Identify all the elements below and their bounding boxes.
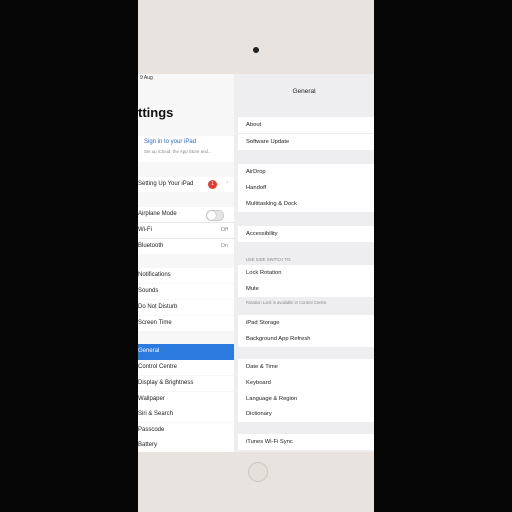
side-switch-header: USE SIDE SWITCH TO: — [246, 257, 292, 262]
mute-row[interactable]: Mute — [238, 281, 374, 297]
ipad-device: 9 Aug ttings Sign in to your iPad Set up… — [138, 0, 374, 512]
itunes-sync-label: iTunes Wi-Fi Sync — [246, 439, 293, 445]
toggle-knob — [207, 211, 216, 220]
sidebar-item-label: Screen Time — [138, 320, 172, 326]
sign-in-title: Sign in to your iPad — [144, 139, 197, 145]
settings-title: ttings — [138, 105, 174, 120]
sidebar-item-battery[interactable]: Battery — [138, 438, 234, 452]
chevron-right-icon: › — [226, 180, 228, 186]
background-refresh-label: Background App Refresh — [246, 336, 311, 342]
front-camera — [253, 47, 259, 53]
sidebar-item-label: Display & Brightness — [138, 380, 194, 386]
accessibility-row[interactable]: Accessibility — [238, 226, 374, 242]
sidebar-item-siri-search[interactable]: Siri & Search — [138, 407, 234, 422]
airplane-mode-label: Airplane Mode — [138, 211, 177, 217]
sidebar-item-label: General — [138, 348, 160, 354]
handoff-row[interactable]: Handoff — [238, 180, 374, 196]
about-label: About — [246, 122, 262, 128]
wifi-label: Wi-Fi — [138, 227, 152, 233]
sidebar-item-label: Do Not Disturb — [138, 304, 178, 310]
bluetooth-value: On — [220, 243, 228, 249]
setup-ipad-row[interactable]: Setting Up Your iPad 1 › — [138, 177, 234, 192]
sidebar-item-notifications[interactable]: Notifications — [138, 268, 234, 283]
sign-in-row[interactable]: Sign in to your iPad Set up iCloud, the … — [138, 136, 234, 162]
sidebar-item-label: Sounds — [138, 288, 159, 294]
background-refresh-row[interactable]: Background App Refresh — [238, 331, 374, 347]
sidebar-item-control-centre[interactable]: Control Centre — [138, 360, 234, 375]
home-button[interactable] — [248, 462, 268, 482]
sidebar-item-wallpaper[interactable]: Wallpaper — [138, 392, 234, 407]
ipad-storage-row[interactable]: iPad Storage — [238, 315, 374, 331]
sidebar-item-label: Siri & Search — [138, 411, 174, 417]
date-time-label: Date & Time — [246, 364, 278, 370]
sidebar-item-do-not-disturb[interactable]: Do Not Disturb — [138, 300, 234, 315]
sidebar-item-label: Control Centre — [138, 364, 178, 370]
sidebar-item-display-brightness[interactable]: Display & Brightness — [138, 376, 234, 391]
sidebar-item-label: Wallpaper — [138, 396, 165, 402]
multitasking-row[interactable]: Multitasking & Dock — [238, 196, 374, 212]
itunes-sync-row[interactable]: iTunes Wi-Fi Sync — [238, 434, 374, 450]
lock-rotation-label: Lock Rotation — [246, 270, 282, 276]
date-time-row[interactable]: Date & Time — [238, 359, 374, 375]
airplane-mode-row[interactable]: Airplane Mode — [138, 207, 234, 222]
accessibility-label: Accessibility — [246, 231, 278, 237]
keyboard-label: Keyboard — [246, 380, 271, 386]
sidebar-item-sounds[interactable]: Sounds — [138, 284, 234, 299]
multitasking-label: Multitasking & Dock — [246, 201, 297, 207]
airdrop-row[interactable]: AirDrop — [238, 164, 374, 180]
sidebar-item-label: Battery — [138, 442, 158, 448]
sidebar-item-label: Passcode — [138, 427, 165, 433]
page-title: General — [292, 88, 316, 95]
general-detail-panel: General About Software Update AirDrop Ha… — [234, 74, 374, 452]
bluetooth-label: Bluetooth — [138, 243, 164, 249]
language-region-label: Language & Region — [246, 396, 298, 402]
ipad-screen: 9 Aug ttings Sign in to your iPad Set up… — [138, 74, 374, 452]
sidebar-item-passcode[interactable]: Passcode — [138, 423, 234, 438]
side-switch-note: Rotation Lock is available in Control Ce… — [246, 300, 328, 305]
wifi-value: Off — [220, 227, 228, 233]
language-region-row[interactable]: Language & Region — [238, 391, 374, 407]
bluetooth-row[interactable]: Bluetooth On — [138, 239, 234, 254]
sidebar-item-label: Notifications — [138, 272, 171, 278]
about-row[interactable]: About — [238, 117, 374, 133]
lock-rotation-row[interactable]: Lock Rotation — [238, 265, 374, 281]
airdrop-label: AirDrop — [246, 169, 266, 175]
software-update-label: Software Update — [246, 139, 290, 145]
keyboard-row[interactable]: Keyboard — [238, 375, 374, 391]
wifi-row[interactable]: Wi-Fi Off — [138, 223, 234, 238]
dictionary-row[interactable]: Dictionary — [238, 406, 374, 422]
sign-in-subtitle: Set up iCloud, the App Store and... — [144, 149, 212, 154]
dark-surround-right — [374, 0, 512, 512]
handoff-label: Handoff — [246, 185, 267, 191]
settings-sidebar: 9 Aug ttings Sign in to your iPad Set up… — [138, 74, 234, 452]
setup-ipad-label: Setting Up Your iPad — [138, 181, 194, 187]
status-bar-date: 9 Aug — [140, 75, 153, 81]
dictionary-label: Dictionary — [246, 411, 272, 417]
notification-badge: 1 — [208, 180, 217, 189]
software-update-row[interactable]: Software Update — [238, 134, 374, 150]
dark-surround-left — [0, 0, 138, 512]
airplane-mode-toggle[interactable] — [206, 210, 224, 221]
sidebar-item-screen-time[interactable]: Screen Time — [138, 316, 234, 331]
mute-label: Mute — [246, 286, 259, 292]
sidebar-item-general[interactable]: General — [138, 344, 234, 360]
ipad-storage-label: iPad Storage — [246, 320, 280, 326]
